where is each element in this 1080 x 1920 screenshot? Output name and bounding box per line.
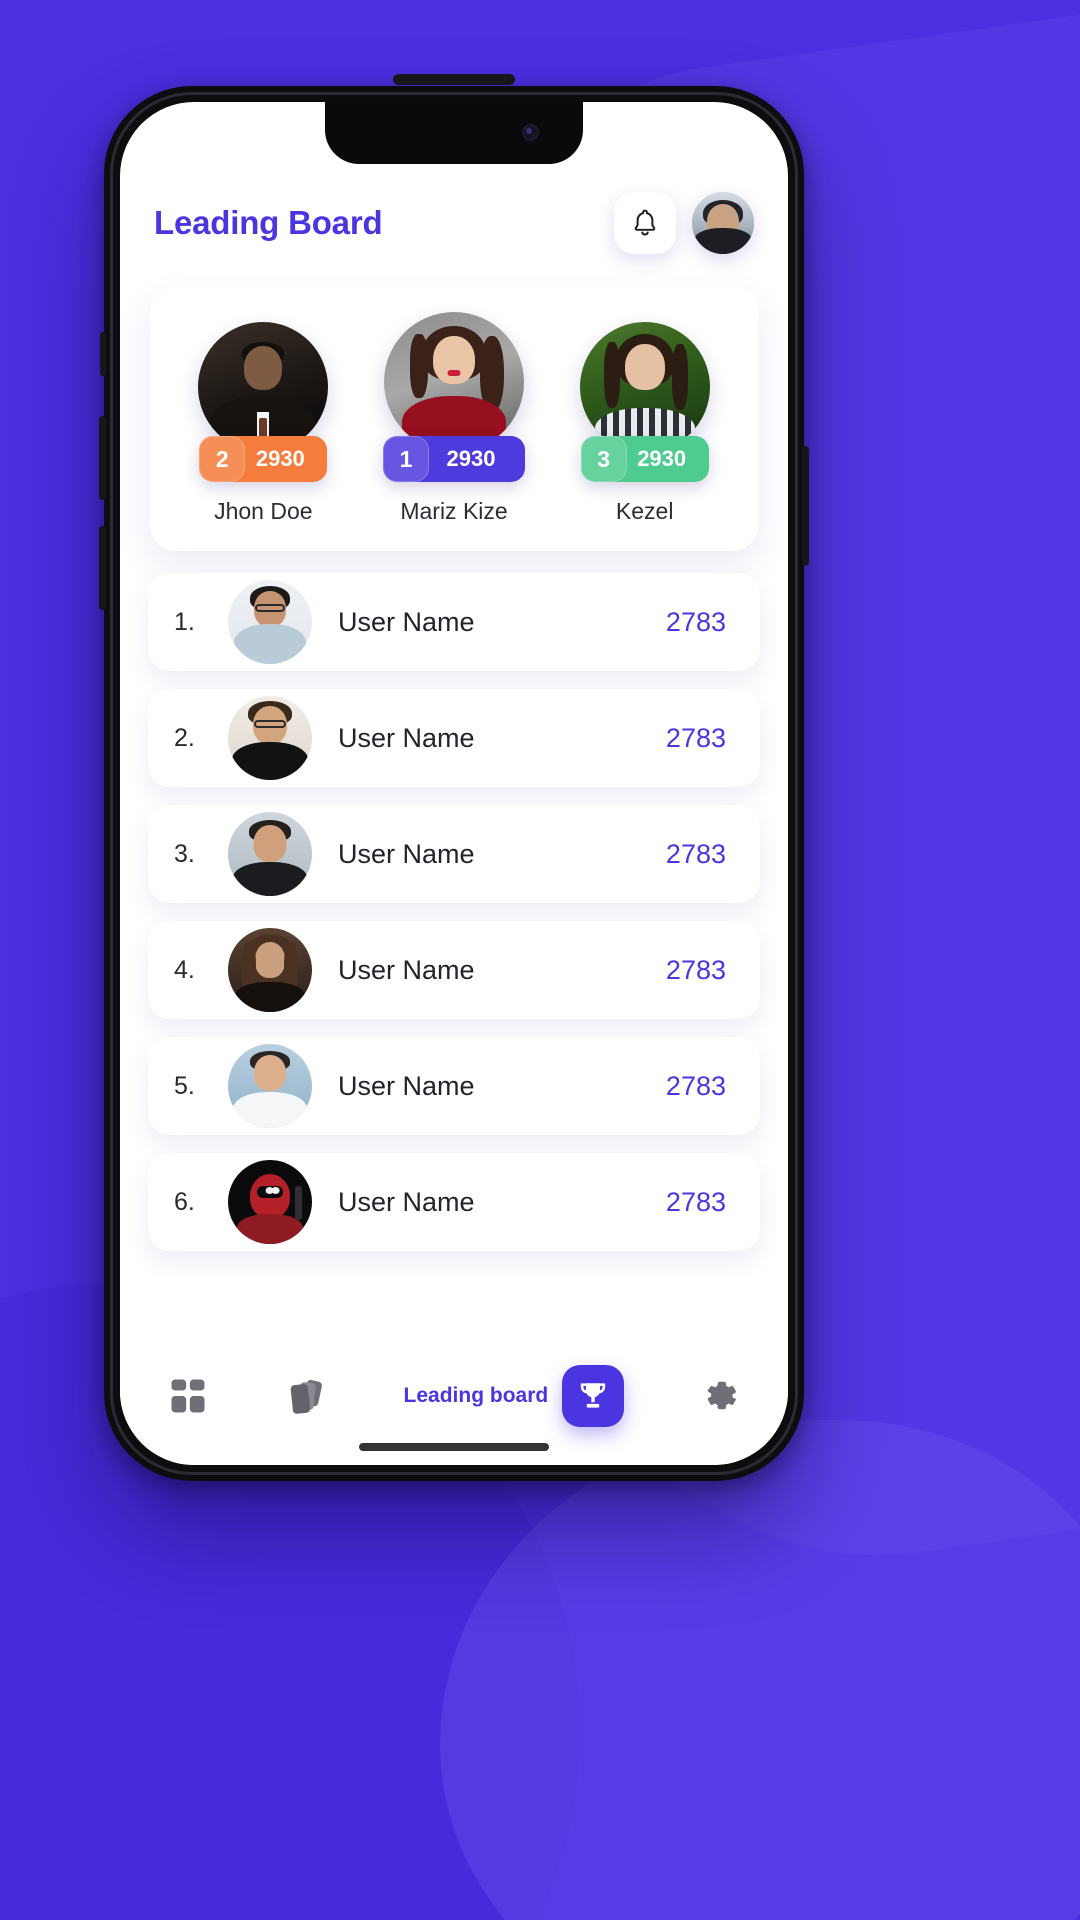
row-avatar — [228, 928, 312, 1012]
row-avatar — [228, 580, 312, 664]
table-row[interactable]: 6. User Name 2783 — [148, 1153, 760, 1251]
table-row[interactable]: 5. User Name 2783 — [148, 1037, 760, 1135]
front-camera-icon — [522, 124, 539, 141]
phone-volume-up-button — [99, 416, 106, 500]
row-index: 3. — [174, 839, 195, 868]
nav-item-leading-board[interactable]: Leading board — [404, 1365, 625, 1427]
page-title: Leading Board — [154, 204, 383, 241]
podium-third-place[interactable]: 3 2930 Kezel — [549, 322, 740, 525]
podium-score-1: 2930 — [446, 446, 496, 471]
background-decoration-bottom — [440, 1420, 1080, 1920]
podium-avatar-1 — [384, 312, 524, 452]
phone-mute-button — [100, 332, 106, 376]
podium-score-pill-2: 2 2930 — [199, 436, 328, 482]
row-avatar — [228, 696, 312, 780]
cards-stack-icon — [290, 1380, 322, 1414]
row-index: 2. — [174, 723, 195, 752]
phone-power-button — [802, 446, 809, 566]
podium-name-1: Mariz Kize — [400, 498, 508, 524]
row-avatar — [228, 1044, 312, 1128]
app-header: Leading Board — [120, 162, 788, 262]
podium-second-place[interactable]: 2 2930 Jhon Doe — [168, 322, 359, 525]
row-avatar — [228, 812, 312, 896]
nav-item-label: Leading board — [403, 1384, 549, 1407]
table-row[interactable]: 2. User Name 2783 — [148, 689, 760, 787]
row-index: 5. — [174, 1071, 195, 1100]
podium-card: 2 2930 Jhon Doe 1 2930 Mariz Kize 3 2930… — [150, 286, 758, 551]
podium-rank-2: 2 — [199, 436, 246, 482]
row-name: User Name — [338, 722, 475, 753]
podium-score-pill-3: 3 2930 — [580, 436, 709, 482]
row-avatar — [228, 1160, 312, 1244]
row-score: 2783 — [665, 838, 726, 869]
phone-notch — [325, 102, 583, 164]
trophy-badge — [562, 1365, 625, 1427]
podium-rank-3: 3 — [580, 436, 627, 482]
row-name: User Name — [338, 606, 475, 637]
nav-item-cards[interactable] — [284, 1373, 330, 1419]
row-score: 2783 — [665, 1070, 726, 1101]
nav-item-settings[interactable] — [698, 1374, 742, 1418]
table-row[interactable]: 3. User Name 2783 — [148, 805, 760, 903]
phone-speaker — [393, 74, 515, 85]
bell-icon — [634, 209, 656, 236]
podium-avatar-2 — [198, 322, 329, 452]
podium-score-pill-1: 1 2930 — [383, 436, 525, 482]
row-name: User Name — [338, 954, 475, 985]
nav-item-dashboard[interactable] — [166, 1374, 210, 1418]
row-score: 2783 — [665, 606, 726, 637]
podium-name-2: Jhon Doe — [214, 498, 313, 524]
row-index: 6. — [174, 1187, 195, 1216]
row-name: User Name — [338, 1186, 475, 1217]
grid-dashboard-icon — [171, 1379, 205, 1413]
podium-score-3: 2930 — [637, 446, 687, 471]
home-indicator — [359, 1443, 549, 1451]
row-name: User Name — [338, 1070, 475, 1101]
podium-score-2: 2930 — [255, 446, 305, 471]
row-score: 2783 — [665, 722, 726, 753]
row-index: 1. — [174, 607, 195, 636]
phone-volume-down-button — [99, 526, 106, 610]
row-score: 2783 — [665, 1186, 726, 1217]
row-score: 2783 — [665, 954, 726, 985]
trophy-icon — [581, 1383, 606, 1408]
podium-rank-1: 1 — [383, 436, 429, 482]
row-index: 4. — [174, 955, 195, 984]
avatar-face — [692, 192, 754, 254]
settings-gear-icon — [707, 1381, 736, 1410]
table-row[interactable]: 1. User Name 2783 — [148, 573, 760, 671]
header-actions — [614, 192, 754, 254]
avatar[interactable] — [692, 192, 754, 254]
podium-avatar-3 — [579, 322, 710, 452]
phone-mockup: Leading Board 2 2930 Jhon Doe 1 2930 Mar… — [99, 74, 809, 1481]
table-row[interactable]: 4. User Name 2783 — [148, 921, 760, 1019]
leaderboard-list: 1. User Name 2783 2. User Name 2783 3. U… — [120, 573, 788, 1345]
podium-first-place[interactable]: 1 2930 Mariz Kize — [359, 312, 550, 525]
podium-name-3: Kezel — [615, 498, 674, 524]
notification-button[interactable] — [614, 192, 676, 254]
phone-screen: Leading Board 2 2930 Jhon Doe 1 2930 Mar… — [120, 102, 788, 1465]
app-content: Leading Board 2 2930 Jhon Doe 1 2930 Mar… — [120, 102, 788, 1465]
row-name: User Name — [338, 838, 475, 869]
